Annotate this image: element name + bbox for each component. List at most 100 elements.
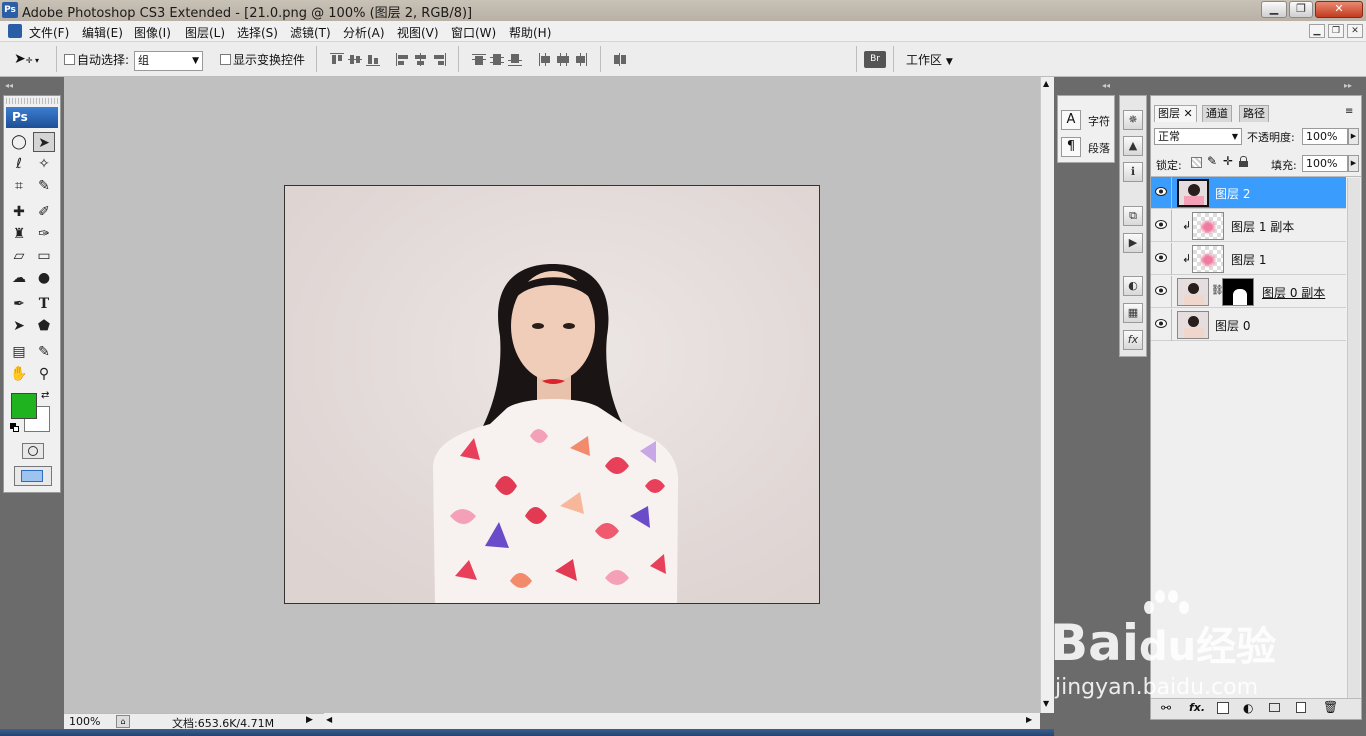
collapse-arrows-icon[interactable]: ◂◂	[5, 81, 13, 90]
bridge-icon[interactable]: Br	[864, 51, 886, 68]
distribute-hcenter-icon[interactable]	[556, 53, 570, 66]
preview-icon[interactable]: ⌂	[116, 715, 130, 728]
panel-menu-icon[interactable]: ≡	[1345, 106, 1353, 117]
shape-tool-icon[interactable]: ⬟	[33, 316, 55, 336]
app-icon[interactable]: Ps	[2, 2, 18, 18]
workspace-menu[interactable]: 工作区 ▼	[906, 51, 953, 68]
lock-position-icon[interactable]: ✛	[1223, 154, 1233, 168]
move-tool-preset-icon[interactable]: ➤✛ ▾	[14, 51, 39, 67]
menu-file[interactable]: 文件(F)	[29, 24, 69, 41]
history-brush-tool-icon[interactable]: ✑	[33, 224, 55, 244]
minimize-button[interactable]: ▁	[1261, 1, 1287, 18]
eraser-tool-icon[interactable]: ▱	[8, 246, 30, 266]
zoom-tool-icon[interactable]: ⚲	[33, 364, 55, 384]
dodge-tool-icon[interactable]: ●	[33, 268, 55, 288]
clone-stamp-tool-icon[interactable]: ♜	[8, 224, 30, 244]
scroll-up-icon[interactable]: ▲	[1043, 79, 1049, 88]
layer-mask-thumbnail[interactable]	[1222, 278, 1254, 306]
type-tool-icon[interactable]: T	[33, 294, 55, 314]
zoom-level[interactable]: 100%	[69, 715, 100, 728]
toolbox-grip[interactable]	[6, 98, 58, 104]
foreground-color-swatch[interactable]	[11, 393, 37, 419]
character-label[interactable]: 字符	[1088, 113, 1110, 129]
distribute-right-icon[interactable]	[574, 53, 588, 66]
blur-tool-icon[interactable]: ☁	[8, 268, 30, 288]
tab-channels[interactable]: 通道	[1202, 105, 1232, 122]
gradient-tool-icon[interactable]: ▭	[33, 246, 55, 266]
align-vcenter-icon[interactable]	[348, 53, 362, 66]
fill-slider-arrow-icon[interactable]: ▶	[1348, 155, 1359, 172]
layer-name[interactable]: 图层 0	[1215, 317, 1250, 334]
doc-close-button[interactable]: ✕	[1347, 24, 1363, 38]
eye-icon[interactable]	[1155, 220, 1167, 229]
blend-mode-dropdown[interactable]: 正常 ▼	[1154, 128, 1242, 145]
lock-all-icon[interactable]	[1239, 156, 1248, 167]
eye-icon[interactable]	[1155, 187, 1167, 196]
character-icon[interactable]: A	[1061, 110, 1081, 130]
pen-tool-icon[interactable]: ✒	[8, 294, 30, 314]
menu-select[interactable]: 选择(S)	[237, 24, 278, 41]
eye-icon[interactable]	[1155, 286, 1167, 295]
crop-tool-icon[interactable]: ⌗	[8, 176, 30, 196]
menu-analysis[interactable]: 分析(A)	[343, 24, 385, 41]
horizontal-scrollbar[interactable]: ◀ ▶	[324, 713, 1040, 729]
menu-layer[interactable]: 图层(L)	[185, 24, 225, 41]
fill-input[interactable]: 100%	[1302, 155, 1348, 172]
swatches-icon[interactable]: ▦	[1123, 303, 1143, 323]
histogram-icon[interactable]: ▲	[1123, 136, 1143, 156]
auto-align-layers-icon[interactable]	[613, 53, 627, 66]
show-transform-checkbox[interactable]	[220, 54, 231, 65]
doc-restore-button[interactable]: ❐	[1328, 24, 1344, 38]
lock-transparency-icon[interactable]	[1191, 157, 1202, 168]
menu-help[interactable]: 帮助(H)	[509, 24, 551, 41]
move-tool-icon[interactable]: ➤	[33, 132, 55, 152]
magic-wand-tool-icon[interactable]: ✧	[33, 154, 55, 174]
collapse-arrows-icon[interactable]: ◂◂	[1102, 81, 1110, 90]
info-icon[interactable]: ℹ	[1123, 162, 1143, 182]
brush-tool-icon[interactable]: ✐	[33, 202, 55, 222]
tab-paths[interactable]: 路径	[1239, 105, 1269, 122]
expand-arrows-icon[interactable]: ▸▸	[1344, 81, 1352, 90]
menu-image[interactable]: 图像(I)	[134, 24, 171, 41]
layer-name[interactable]: 图层 1	[1231, 251, 1266, 268]
menu-window[interactable]: 窗口(W)	[451, 24, 496, 41]
tab-layers[interactable]: 图层 ✕	[1154, 105, 1197, 122]
auto-select-checkbox[interactable]	[64, 54, 75, 65]
document-icon[interactable]	[8, 24, 22, 38]
distribute-bottom-icon[interactable]	[508, 53, 522, 66]
align-top-icon[interactable]	[330, 53, 344, 66]
eye-icon[interactable]	[1155, 319, 1167, 328]
document-canvas[interactable]	[284, 185, 820, 604]
layer-row[interactable]: ⛓ 图层 0 副本	[1151, 276, 1346, 308]
default-colors-icon[interactable]	[10, 423, 19, 432]
distribute-left-icon[interactable]	[538, 53, 552, 66]
lock-pixels-icon[interactable]: ✎	[1207, 154, 1217, 168]
menu-view[interactable]: 视图(V)	[397, 24, 439, 41]
slice-tool-icon[interactable]: ✎	[33, 176, 55, 196]
quick-mask-icon[interactable]	[22, 443, 44, 459]
layer-row[interactable]: 图层 0	[1151, 309, 1346, 341]
doc-minimize-button[interactable]: ▁	[1309, 24, 1325, 38]
scroll-left-icon[interactable]: ◀	[326, 715, 332, 724]
distribute-vcenter-icon[interactable]	[490, 53, 504, 66]
close-button[interactable]: ✕	[1315, 1, 1363, 18]
color-icon[interactable]: ◐	[1123, 276, 1143, 296]
scroll-right-icon[interactable]: ▶	[1026, 715, 1032, 724]
swap-colors-icon[interactable]: ⇄	[41, 390, 49, 401]
layer-name[interactable]: 图层 2	[1215, 185, 1250, 202]
layer-row[interactable]: 图层 2	[1151, 177, 1346, 209]
auto-select-dropdown[interactable]: 组 ▼	[134, 51, 203, 71]
hand-tool-icon[interactable]: ✋	[8, 364, 30, 384]
paragraph-icon[interactable]: ¶	[1061, 137, 1081, 157]
align-hcenter-icon[interactable]	[414, 53, 428, 66]
lasso-tool-icon[interactable]: ℓ	[8, 154, 30, 174]
styles-icon[interactable]: fx	[1123, 330, 1143, 350]
layer-row[interactable]: ↲ 图层 1	[1151, 243, 1346, 275]
marquee-tool-icon[interactable]: ◯	[8, 132, 30, 152]
actions-icon[interactable]: ▶	[1123, 233, 1143, 253]
maximize-button[interactable]: ❐	[1289, 1, 1313, 18]
notes-tool-icon[interactable]: ▤	[8, 342, 30, 362]
distribute-top-icon[interactable]	[472, 53, 486, 66]
menu-filter[interactable]: 滤镜(T)	[290, 24, 331, 41]
history-icon[interactable]: ⧉	[1123, 206, 1143, 226]
